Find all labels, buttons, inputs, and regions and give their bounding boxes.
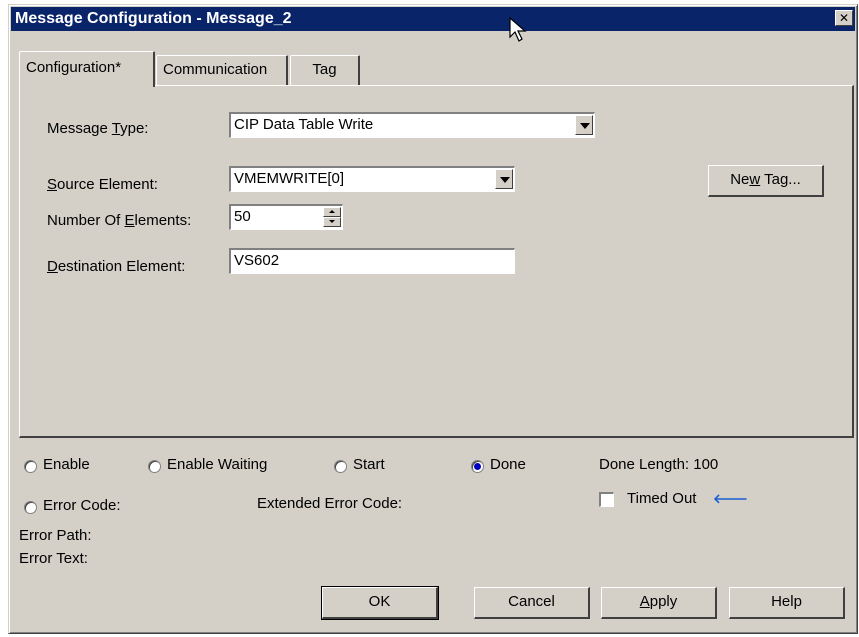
arrow-left-icon: 🡐	[713, 491, 748, 506]
enable-radio	[24, 460, 37, 473]
title-bar[interactable]: Message Configuration - Message_2 ✕	[11, 7, 855, 31]
new-tag-button[interactable]: New Tag...	[708, 165, 824, 197]
close-icon: ✕	[838, 11, 850, 25]
enable-waiting-label: Enable Waiting	[167, 456, 268, 473]
message-configuration-dialog: Message Configuration - Message_2 ✕ Conf…	[8, 4, 858, 634]
number-of-elements-label: Number Of Elements:	[47, 212, 192, 229]
source-element-label: Source Element:	[47, 176, 158, 193]
close-button[interactable]: ✕	[835, 10, 853, 26]
window-title: Message Configuration - Message_2	[15, 10, 292, 27]
start-radio	[334, 460, 347, 473]
spin-buttons[interactable]	[323, 207, 341, 228]
error-path-label: Error Path:	[19, 527, 92, 544]
tab-tag-label: Tag	[312, 61, 337, 78]
tab-configuration-label: Configuration*	[26, 59, 122, 76]
message-type-select[interactable]: CIP Data Table Write	[229, 112, 595, 138]
tab-tag[interactable]: Tag	[290, 55, 360, 85]
configuration-panel: Message Type: CIP Data Table Write Sourc…	[19, 85, 854, 438]
source-element-select[interactable]: VMEMWRITE[0]	[229, 166, 515, 192]
enable-waiting-radio	[148, 460, 161, 473]
error-text-label: Error Text:	[19, 550, 88, 567]
tab-communication-label: Communication	[163, 61, 268, 78]
number-of-elements-value: 50	[234, 208, 251, 225]
tab-communication[interactable]: Communication	[156, 55, 288, 85]
done-radio	[471, 460, 484, 473]
message-type-value: CIP Data Table Write	[234, 116, 374, 133]
error-code-radio	[24, 501, 37, 514]
chevron-down-icon[interactable]	[495, 169, 513, 189]
extended-error-code-label: Extended Error Code:	[257, 495, 403, 512]
error-code-label: Error Code:	[43, 497, 121, 514]
destination-element-label: Destination Element:	[47, 258, 186, 275]
chevron-down-icon[interactable]	[575, 115, 593, 135]
number-of-elements-stepper[interactable]: 50	[229, 204, 343, 230]
source-element-value: VMEMWRITE[0]	[234, 170, 345, 187]
destination-element-input[interactable]: VS602	[229, 248, 515, 274]
tab-configuration[interactable]: Configuration*	[19, 51, 155, 87]
timed-out-label: Timed Out	[627, 490, 697, 507]
spin-down-icon[interactable]	[323, 217, 341, 227]
mouse-cursor-icon	[509, 17, 527, 42]
help-button[interactable]: Help	[729, 587, 845, 619]
cancel-button[interactable]: Cancel	[474, 587, 590, 619]
done-length: Done Length: 100	[599, 456, 719, 473]
timed-out-checkbox[interactable]	[599, 492, 614, 507]
message-type-label: Message Type:	[47, 120, 149, 137]
apply-button[interactable]: Apply	[601, 587, 717, 619]
start-label: Start	[353, 456, 385, 473]
done-label: Done	[490, 456, 526, 473]
enable-label: Enable	[43, 456, 90, 473]
destination-element-value: VS602	[234, 252, 280, 269]
ok-button[interactable]: OK	[321, 586, 439, 620]
spin-up-icon[interactable]	[323, 207, 341, 217]
